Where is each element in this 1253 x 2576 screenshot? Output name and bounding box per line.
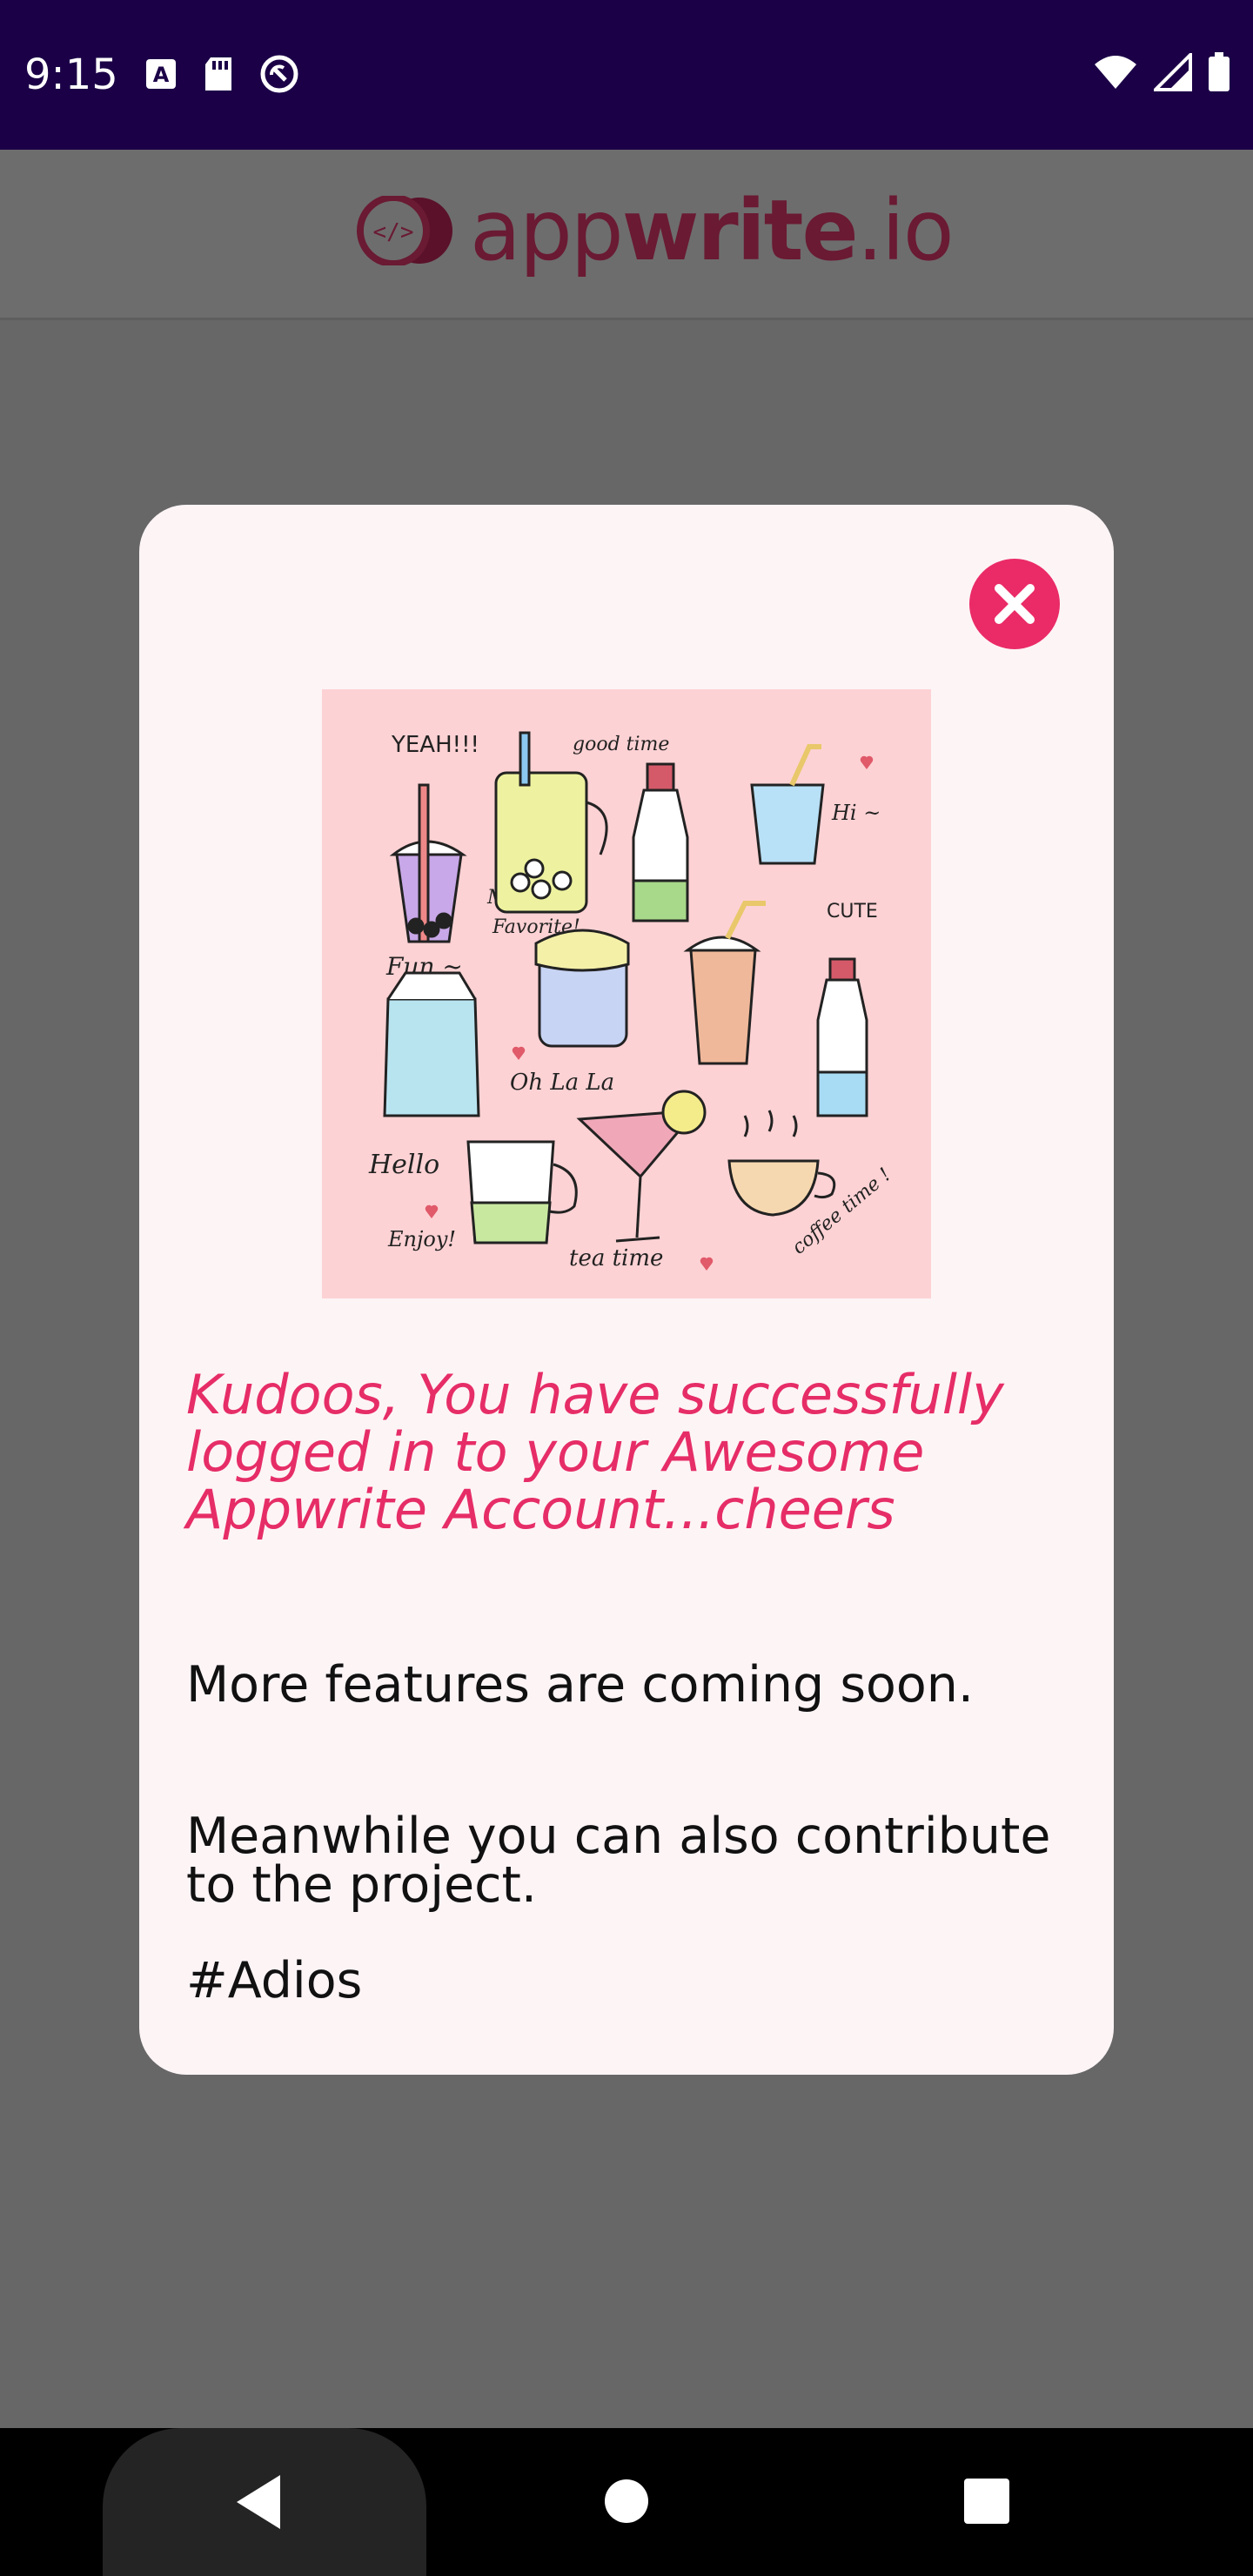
a-notification-icon: A	[146, 59, 176, 89]
home-circle-icon	[605, 2479, 648, 2523]
appwrite-wordmark: appwrite.io	[470, 182, 955, 279]
label-hello: Hello	[368, 1150, 439, 1180]
status-system-icons	[1093, 52, 1230, 92]
svg-text:</>: </>	[373, 219, 414, 245]
blue-bottle-drawing	[816, 957, 868, 1117]
battery-icon	[1209, 52, 1230, 91]
back-button[interactable]	[233, 2472, 285, 2536]
close-icon	[995, 584, 1035, 624]
system-nav-bar	[0, 2428, 1253, 2576]
appwrite-logo-mark-icon: </>	[357, 196, 452, 265]
no-sync-icon	[260, 55, 298, 93]
contribute-message: Meanwhile you can also contribute to the…	[186, 1808, 1051, 1914]
water-glass-drawing	[750, 744, 825, 865]
label-enjoy: Enjoy!	[387, 1227, 456, 1251]
cell-signal-icon	[1154, 53, 1192, 91]
green-bottle-drawing	[632, 762, 689, 922]
label-tea-time: tea time	[569, 1245, 663, 1271]
svg-text:A: A	[153, 63, 170, 87]
status-time: 9:15	[24, 50, 118, 99]
recents-square-icon	[964, 2479, 1009, 2524]
status-bar: 9:15 A	[0, 0, 1253, 150]
label-good-time: good time	[573, 734, 669, 755]
logo-write: write	[621, 182, 859, 279]
drinks-artwork: YEAH!!! good time Hi ~ My Favorite! CUTE…	[368, 731, 895, 1271]
app-header: </> appwrite.io	[0, 150, 1253, 320]
features-message: More features are coming soon.	[186, 1656, 975, 1714]
logo-io: .io	[856, 182, 955, 279]
label-cute: CUTE	[827, 901, 878, 922]
milk-carton-drawing	[383, 971, 480, 1117]
back-triangle-icon	[237, 2475, 280, 2529]
iced-coffee-drawing	[683, 901, 766, 1065]
jelly-mug-drawing	[534, 929, 630, 1048]
cocktail-drawing	[576, 1090, 707, 1243]
success-headline: Kudoos, You have successfully logged in …	[186, 1363, 1004, 1541]
home-button[interactable]	[604, 2479, 649, 2527]
appwrite-logo: </> appwrite.io	[357, 182, 955, 279]
success-dialog: YEAH!!! good time Hi ~ My Favorite! CUTE…	[139, 505, 1114, 2075]
bubble-tea-drawing	[389, 783, 467, 943]
tea-cup-drawing	[727, 1110, 836, 1217]
label-hi: Hi ~	[831, 801, 881, 825]
recents-button[interactable]	[964, 2479, 1009, 2527]
label-yeah: YEAH!!!	[391, 732, 479, 758]
cute-drinks-illustration: YEAH!!! good time Hi ~ My Favorite! CUTE…	[322, 689, 931, 1298]
status-notification-icons: A	[144, 54, 299, 94]
adios-message: #Adios	[186, 1952, 363, 2009]
boba-jar-drawing	[494, 731, 608, 914]
label-oh-la-la: Oh La La	[510, 1070, 614, 1096]
close-button[interactable]	[969, 559, 1060, 649]
sd-card-icon	[205, 57, 231, 91]
logo-app: app	[470, 182, 624, 279]
green-mug-drawing	[466, 1140, 578, 1244]
wifi-icon	[1095, 56, 1136, 89]
